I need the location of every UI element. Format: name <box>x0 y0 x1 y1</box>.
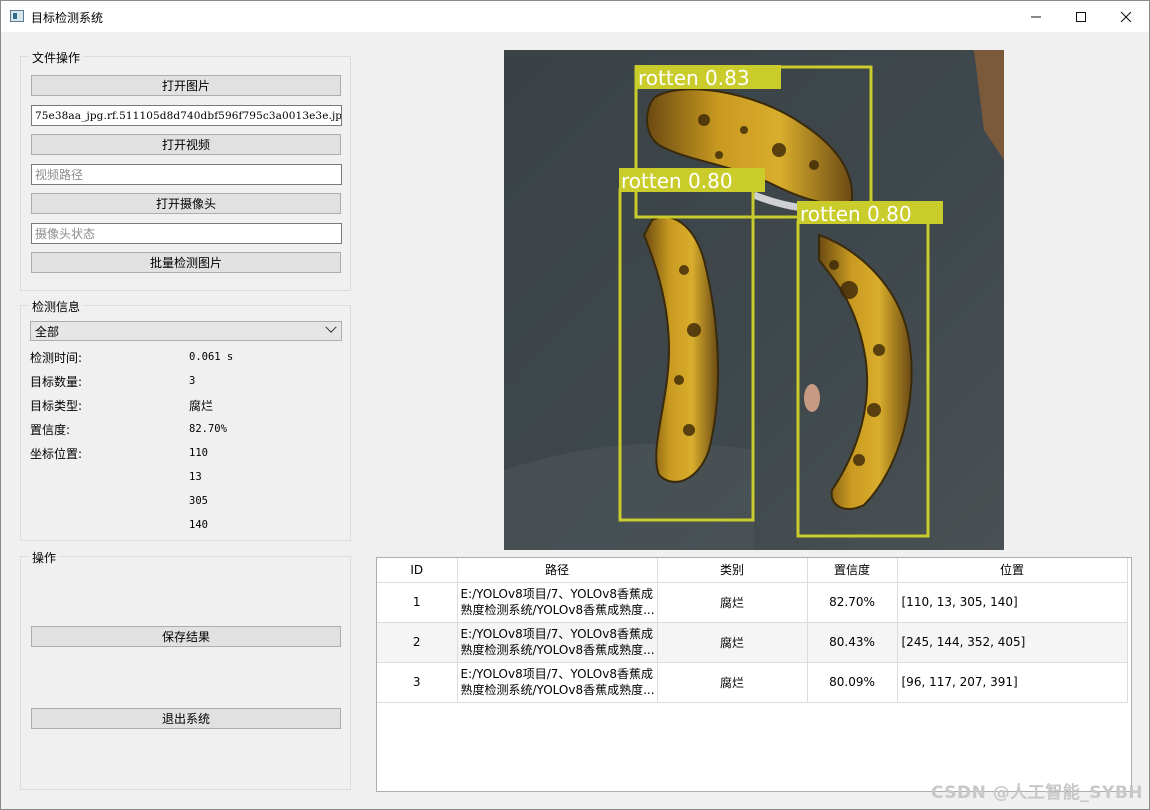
chevron-down-icon <box>325 321 337 333</box>
col-header-path[interactable]: 路径 <box>457 558 658 583</box>
minimize-button[interactable] <box>1013 1 1059 32</box>
window-title: 目标检测系统 <box>31 11 104 25</box>
table-row[interactable]: 2 E:/YOLOv8项目/7、YOLOv8香蕉成 熟度检测系统/YOLOv8香蕉… <box>377 622 1128 663</box>
save-results-button[interactable]: 保存结果 <box>31 626 341 647</box>
class-filter-value: 全部 <box>35 324 60 339</box>
detect-info-title: 检测信息 <box>29 298 84 315</box>
cell-id: 3 <box>377 662 458 703</box>
cell-path: E:/YOLOv8项目/7、YOLOv8香蕉成 熟度检测系统/YOLOv8香蕉成熟… <box>457 662 658 703</box>
results-table[interactable]: ID 路径 类别 置信度 位置 1 E:/YOLOv8项目/7、YOLOv8香蕉… <box>376 557 1132 792</box>
cell-class: 腐烂 <box>657 582 808 623</box>
file-ops-title: 文件操作 <box>29 49 84 66</box>
maximize-button[interactable] <box>1058 1 1104 32</box>
maximize-icon <box>1076 11 1086 22</box>
conf-label: 置信度: <box>30 423 71 437</box>
pos-value-xmax: 305 <box>189 495 208 507</box>
close-icon <box>1120 11 1132 22</box>
video-path-placeholder: 视频路径 <box>35 168 84 182</box>
camera-status-field[interactable]: 摄像头状态 <box>31 223 342 244</box>
cell-id: 2 <box>377 622 458 663</box>
main-window: 目标检测系统 文件操作 打开图片 75e38aa_jpg.rf.511105d8… <box>0 0 1150 810</box>
image-small-object <box>804 384 820 412</box>
open-camera-button[interactable]: 打开摄像头 <box>31 193 341 214</box>
exit-system-button[interactable]: 退出系统 <box>31 708 341 729</box>
cell-conf: 80.43% <box>807 622 898 663</box>
video-path-field[interactable]: 视频路径 <box>31 164 342 185</box>
col-header-conf[interactable]: 置信度 <box>807 558 898 583</box>
col-header-id[interactable]: ID <box>377 558 458 583</box>
actions-title: 操作 <box>29 549 60 566</box>
cell-path-line1: E:/YOLOv8项目/7、YOLOv8香蕉成 <box>460 587 653 601</box>
detection-image: rotten 0.83 rotten 0.80 rotten 0.80 <box>504 50 1004 550</box>
cell-class: 腐烂 <box>657 622 808 663</box>
table-row[interactable]: 3 E:/YOLOv8项目/7、YOLOv8香蕉成 熟度检测系统/YOLOv8香蕉… <box>377 662 1128 703</box>
detection-image-canvas: rotten 0.83 rotten 0.80 rotten 0.80 <box>504 50 1004 550</box>
pos-value-ymin: 13 <box>189 471 202 483</box>
minimize-icon <box>1031 16 1041 17</box>
cell-path-line1: E:/YOLOv8项目/7、YOLOv8香蕉成 <box>460 667 653 681</box>
close-button[interactable] <box>1103 1 1149 32</box>
camera-status-placeholder: 摄像头状态 <box>35 227 96 241</box>
table-row[interactable]: 1 E:/YOLOv8项目/7、YOLOv8香蕉成 熟度检测系统/YOLOv8香蕉… <box>377 582 1128 623</box>
cell-pos: [110, 13, 305, 140] <box>897 582 1128 623</box>
actions-group: 操作 保存结果 退出系统 <box>20 549 351 790</box>
count-label: 目标数量: <box>30 375 83 389</box>
cell-conf: 80.09% <box>807 662 898 703</box>
pos-label: 坐标位置: <box>30 447 83 461</box>
open-image-button[interactable]: 打开图片 <box>31 75 341 96</box>
file-ops-group: 文件操作 打开图片 75e38aa_jpg.rf.511105d8d740dbf… <box>20 49 351 291</box>
detect-info-group: 检测信息 全部 检测时间: 0.061 s 目标数量: 3 目标类型: 腐烂 置… <box>20 298 351 541</box>
cell-path-line2: 熟度检测系统/YOLOv8香蕉成熟度... <box>460 683 655 697</box>
col-header-pos[interactable]: 位置 <box>897 558 1128 583</box>
cell-path-line1: E:/YOLOv8项目/7、YOLOv8香蕉成 <box>460 627 653 641</box>
type-value: 腐烂 <box>189 399 214 413</box>
time-label: 检测时间: <box>30 351 83 365</box>
bbox-2-label: rotten 0.80 <box>621 169 733 193</box>
image-shadow <box>504 443 754 550</box>
title-bar: 目标检测系统 <box>1 1 1149 32</box>
cell-path: E:/YOLOv8项目/7、YOLOv8香蕉成 熟度检测系统/YOLOv8香蕉成熟… <box>457 582 658 623</box>
cell-path-line2: 熟度检测系统/YOLOv8香蕉成熟度... <box>460 643 655 657</box>
class-filter-select[interactable]: 全部 <box>30 321 342 341</box>
pos-value-ymax: 140 <box>189 519 208 531</box>
count-value: 3 <box>189 375 196 387</box>
bbox-1-label: rotten 0.83 <box>638 66 750 90</box>
conf-value: 82.70% <box>189 423 227 435</box>
cell-pos: [96, 117, 207, 391] <box>897 662 1128 703</box>
open-video-button[interactable]: 打开视频 <box>31 134 341 155</box>
time-value: 0.061 s <box>189 351 234 363</box>
cell-conf: 82.70% <box>807 582 898 623</box>
type-label: 目标类型: <box>30 399 83 413</box>
cell-path: E:/YOLOv8项目/7、YOLOv8香蕉成 熟度检测系统/YOLOv8香蕉成熟… <box>457 622 658 663</box>
image-path-field[interactable]: 75e38aa_jpg.rf.511105d8d740dbf596f795c3a… <box>31 105 342 126</box>
app-icon <box>10 10 24 22</box>
cell-id: 1 <box>377 582 458 623</box>
pos-value-xmin: 110 <box>189 447 208 459</box>
col-header-class[interactable]: 类别 <box>657 558 808 583</box>
cell-pos: [245, 144, 352, 405] <box>897 622 1128 663</box>
cell-class: 腐烂 <box>657 662 808 703</box>
batch-detect-button[interactable]: 批量检测图片 <box>31 252 341 273</box>
cell-path-line2: 熟度检测系统/YOLOv8香蕉成熟度... <box>460 603 655 617</box>
bbox-3-label: rotten 0.80 <box>800 202 912 226</box>
table-header-row: ID 路径 类别 置信度 位置 <box>377 558 1128 583</box>
watermark: CSDN @人工智能_SYBH <box>930 783 1143 803</box>
